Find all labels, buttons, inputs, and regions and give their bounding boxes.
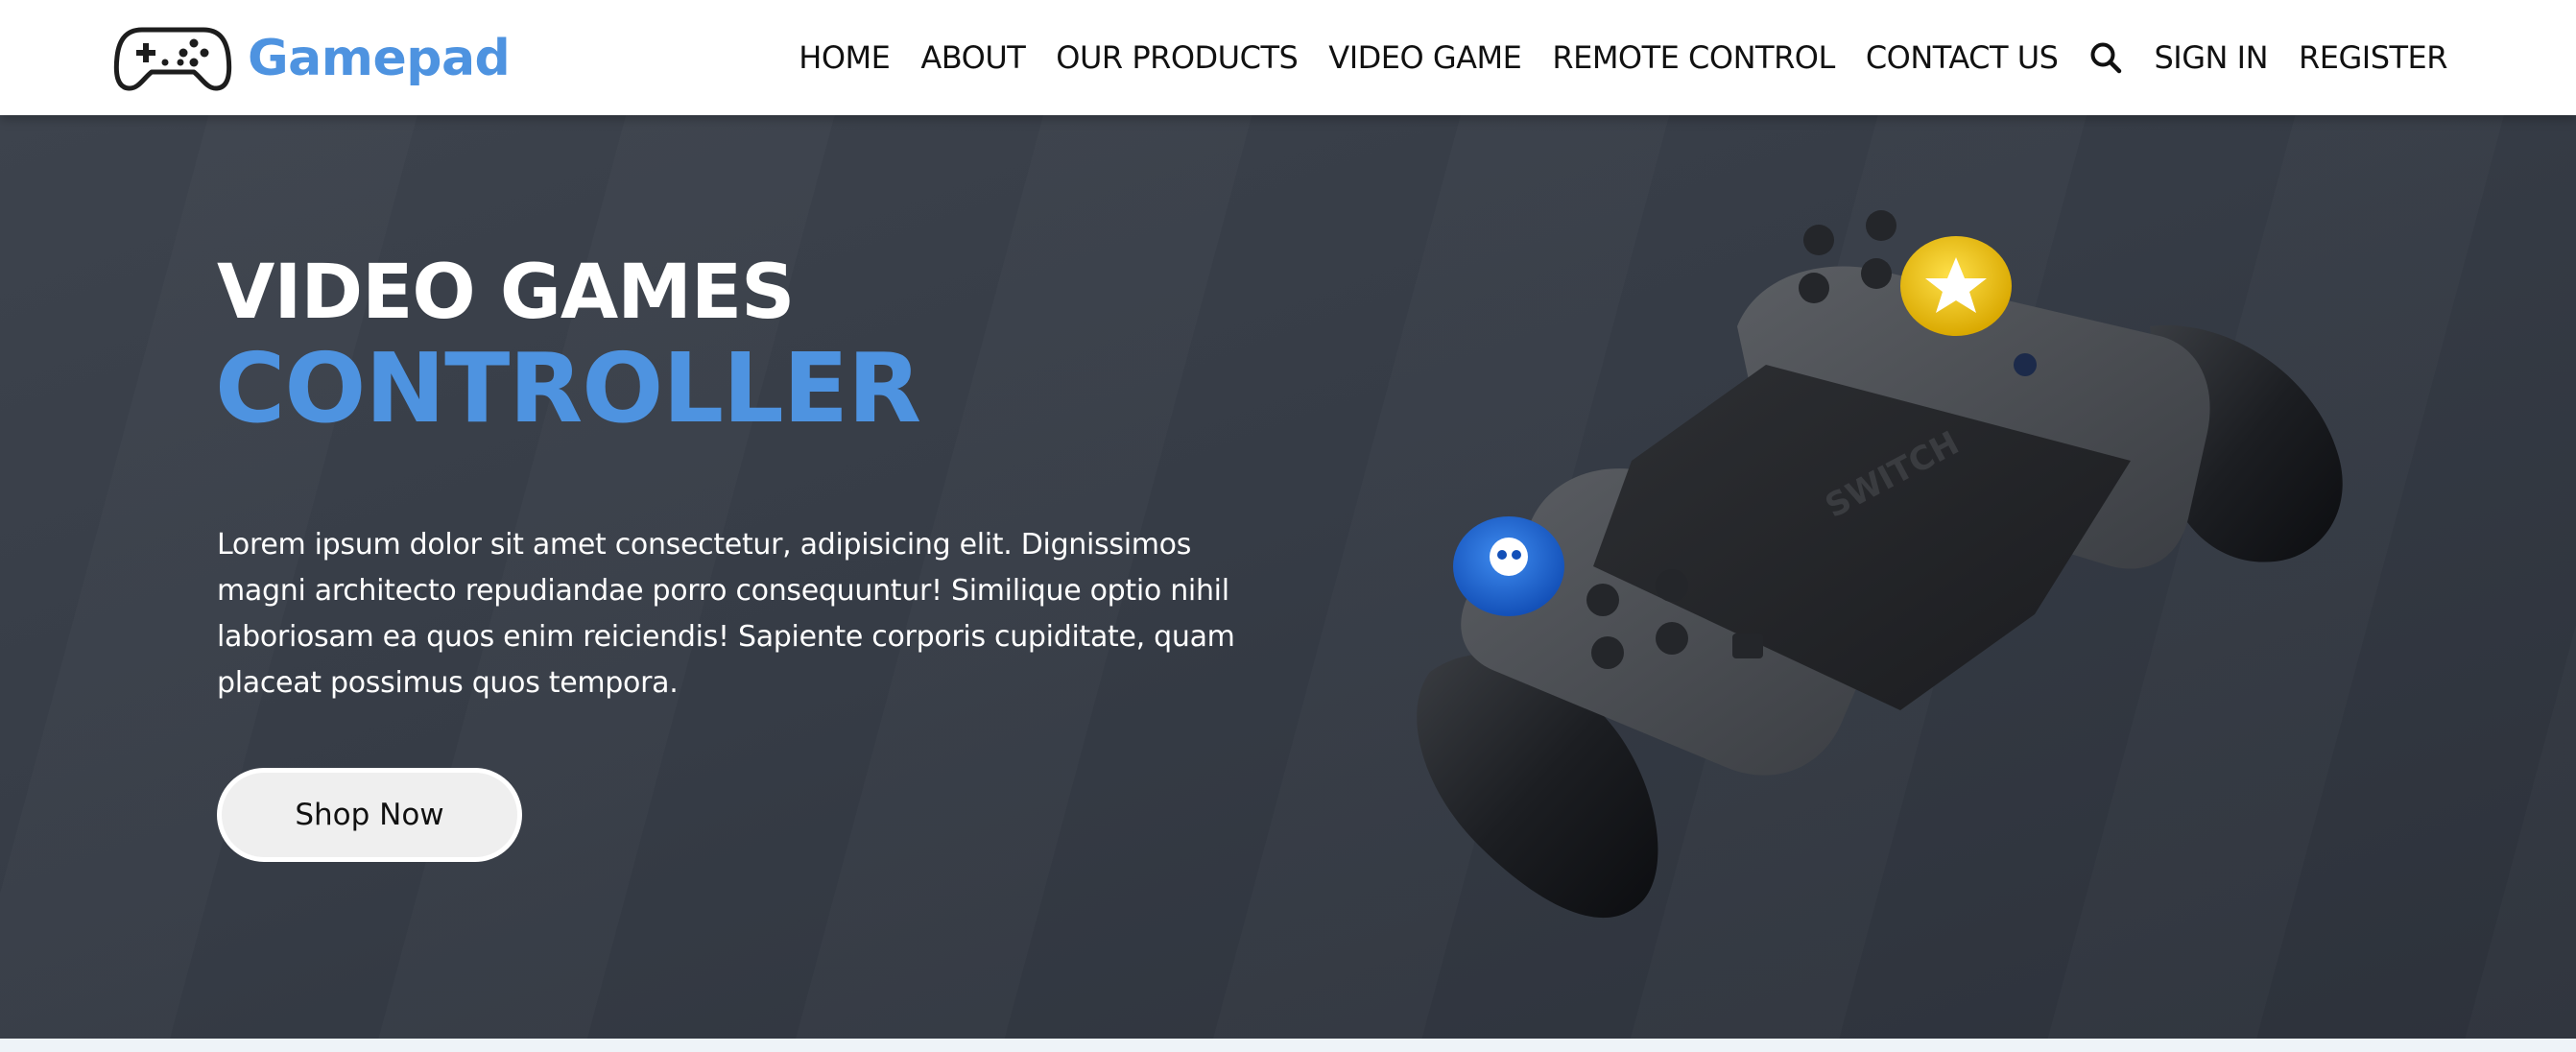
nav-home[interactable]: HOME bbox=[799, 39, 891, 76]
main-nav: HOME ABOUT OUR PRODUCTS VIDEO GAME REMOT… bbox=[799, 0, 2447, 115]
nav-about[interactable]: ABOUT bbox=[920, 39, 1025, 76]
nav-contact-us[interactable]: CONTACT US bbox=[1866, 39, 2059, 76]
site-header: Gamepad HOME ABOUT OUR PRODUCTS VIDEO GA… bbox=[0, 0, 2576, 115]
nav-sign-in[interactable]: SIGN IN bbox=[2154, 39, 2268, 76]
gamepad-icon bbox=[113, 27, 232, 91]
search-icon[interactable] bbox=[2088, 40, 2123, 75]
controller-image: SWITCH bbox=[1417, 210, 2343, 919]
nav-remote-control[interactable]: REMOTE CONTROL bbox=[1552, 39, 1835, 76]
hero-banner: VIDEO GAMES CONTROLLER Lorem ipsum dolor… bbox=[0, 115, 2576, 1039]
hero-title-line1: VIDEO GAMES bbox=[217, 250, 795, 336]
brand-name: Gamepad bbox=[248, 30, 511, 87]
brand-logo[interactable]: Gamepad bbox=[113, 24, 511, 93]
hero-description: Lorem ipsum dolor sit amet consectetur, … bbox=[217, 528, 1235, 700]
hero-title-line2: CONTROLLER bbox=[215, 332, 921, 444]
nav-register[interactable]: REGISTER bbox=[2299, 39, 2448, 76]
next-section-edge bbox=[0, 1039, 2576, 1052]
nav-our-products[interactable]: OUR PRODUCTS bbox=[1056, 39, 1299, 76]
nav-video-game[interactable]: VIDEO GAME bbox=[1328, 39, 1522, 76]
shop-now-button[interactable]: Shop Now bbox=[217, 768, 522, 862]
